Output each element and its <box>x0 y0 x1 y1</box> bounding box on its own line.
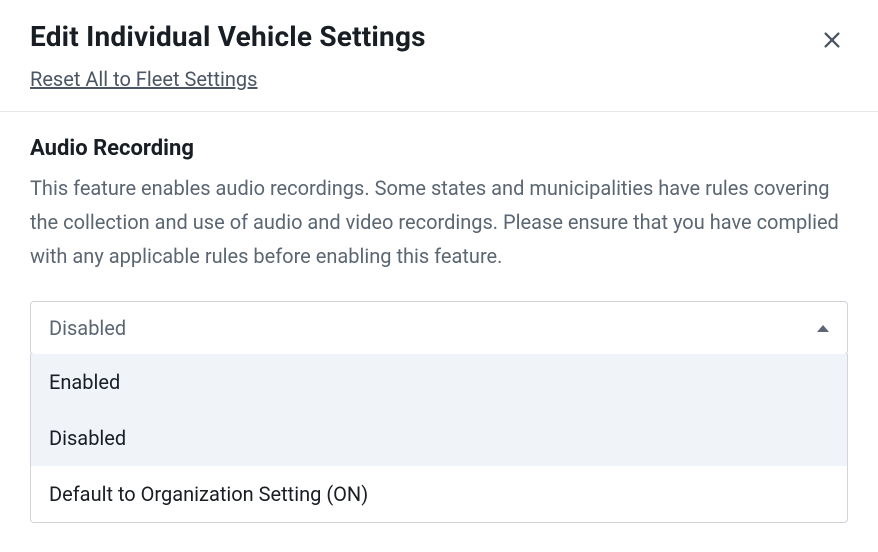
close-button[interactable] <box>816 24 848 56</box>
close-icon <box>821 29 843 51</box>
select-current-value: Disabled <box>49 316 126 340</box>
option-disabled[interactable]: Disabled <box>31 410 847 466</box>
audio-recording-select-wrapper: Disabled Enabled Disabled Default to Org… <box>30 301 848 523</box>
section-description: This feature enables audio recordings. S… <box>30 171 848 273</box>
section-title-audio-recording: Audio Recording <box>30 136 848 161</box>
reset-all-link[interactable]: Reset All to Fleet Settings <box>30 67 257 91</box>
audio-recording-dropdown: Enabled Disabled Default to Organization… <box>30 354 848 523</box>
audio-recording-select[interactable]: Disabled <box>30 301 848 355</box>
modal-header: Edit Individual Vehicle Settings Reset A… <box>0 0 878 112</box>
modal-body: Audio Recording This feature enables aud… <box>0 112 878 547</box>
option-default-org[interactable]: Default to Organization Setting (ON) <box>31 466 847 522</box>
chevron-up-icon <box>817 325 829 332</box>
modal-title: Edit Individual Vehicle Settings <box>30 20 848 53</box>
option-enabled[interactable]: Enabled <box>31 354 847 410</box>
